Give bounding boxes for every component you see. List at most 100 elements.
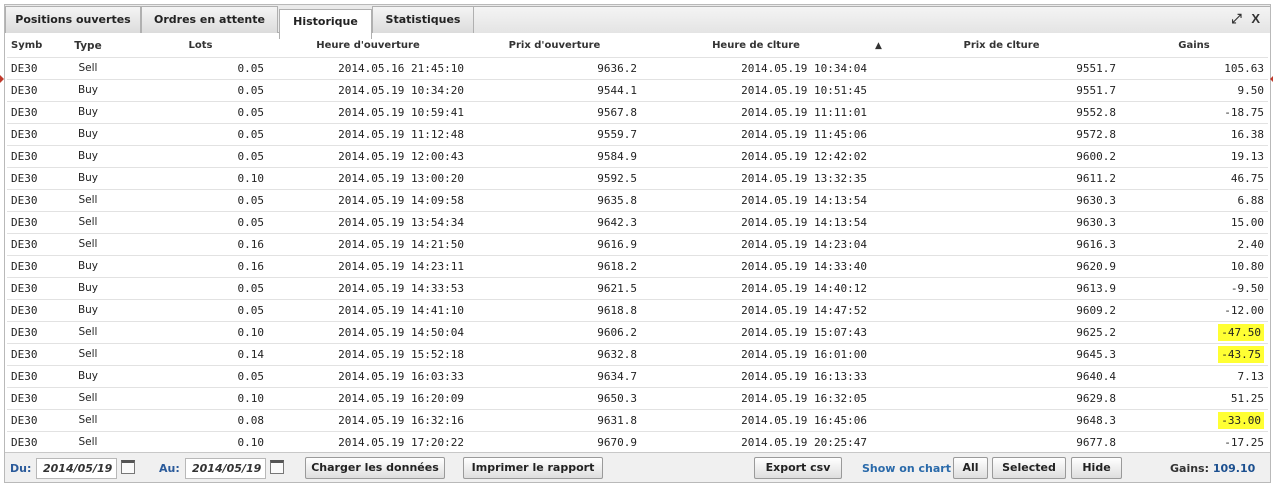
table-header-row: Symb Type Lots Heure d'ouverture Prix d'… bbox=[7, 35, 1268, 57]
cell-close-time: 2014.05.19 14:23:04 bbox=[641, 232, 871, 255]
col-header-close-price[interactable]: Prix de clture bbox=[883, 35, 1120, 57]
cell-open-price: 9592.5 bbox=[468, 166, 641, 189]
cell-close-time: 2014.05.19 15:07:43 bbox=[641, 320, 871, 343]
table-row[interactable]: DE30 Sell 0.05 2014.05.19 13:54:34 9642.3 201… bbox=[7, 210, 1268, 233]
cell-spacer bbox=[871, 78, 883, 101]
cell-open-price: 9606.2 bbox=[468, 320, 641, 343]
cell-open-time: 2014.05.16 21:45:10 bbox=[268, 56, 468, 79]
cell-spacer bbox=[871, 430, 883, 453]
tab-statistics[interactable]: Statistiques bbox=[372, 6, 474, 33]
cell-open-price: 9642.3 bbox=[468, 210, 641, 233]
cell-close-time: 2014.05.19 11:45:06 bbox=[641, 122, 871, 145]
cell-spacer bbox=[871, 56, 883, 79]
cell-lots: 0.16 bbox=[133, 232, 268, 255]
cell-open-price: 9650.3 bbox=[468, 386, 641, 409]
cell-type: Sell bbox=[43, 386, 133, 409]
cell-close-time: 2014.05.19 14:47:52 bbox=[641, 298, 871, 321]
cell-close-price: 9616.3 bbox=[883, 232, 1120, 255]
expand-icon[interactable]: ⤢ bbox=[1231, 11, 1241, 26]
cell-gains: 51.25 bbox=[1120, 386, 1268, 409]
cell-type: Buy bbox=[43, 122, 133, 145]
col-header-symbol[interactable]: Symb bbox=[7, 35, 43, 57]
table-row[interactable]: DE30 Buy 0.05 2014.05.19 14:33:53 9621.5 2014… bbox=[7, 276, 1268, 299]
cell-spacer bbox=[871, 254, 883, 277]
gains-highlight: -43.75 bbox=[1218, 345, 1264, 363]
cell-open-price: 9621.5 bbox=[468, 276, 641, 299]
cell-type: Buy bbox=[43, 364, 133, 387]
col-header-close-time[interactable]: Heure de clture bbox=[641, 35, 871, 57]
col-header-lots[interactable]: Lots bbox=[133, 35, 268, 57]
left-edge-marker bbox=[0, 73, 4, 85]
cell-type: Buy bbox=[43, 254, 133, 277]
cell-gains: 19.13 bbox=[1120, 144, 1268, 167]
cell-close-time: 2014.05.19 10:51:45 bbox=[641, 78, 871, 101]
cell-close-price: 9677.8 bbox=[883, 430, 1120, 453]
cell-open-price: 9618.8 bbox=[468, 298, 641, 321]
col-header-open-time[interactable]: Heure d'ouverture bbox=[268, 35, 468, 57]
table-row[interactable]: DE30 Sell 0.10 2014.05.19 14:50:04 9606.2 201… bbox=[7, 320, 1268, 343]
show-all-button[interactable]: All bbox=[953, 457, 988, 479]
cell-symbol: DE30 bbox=[7, 342, 43, 365]
table-row[interactable]: DE30 Buy 0.05 2014.05.19 10:59:41 9567.8 2014… bbox=[7, 100, 1268, 123]
sort-ascending-icon[interactable]: ▲ bbox=[871, 35, 883, 57]
cell-close-price: 9600.2 bbox=[883, 144, 1120, 167]
table-row[interactable]: DE30 Buy 0.05 2014.05.19 11:12:48 9559.7 2014… bbox=[7, 122, 1268, 145]
cell-gains: -12.00 bbox=[1120, 298, 1268, 321]
hide-button[interactable]: Hide bbox=[1071, 457, 1122, 479]
cell-lots: 0.05 bbox=[133, 100, 268, 123]
cell-close-time: 2014.05.19 16:32:05 bbox=[641, 386, 871, 409]
table-row[interactable]: DE30 Buy 0.05 2014.05.19 14:41:10 9618.8 2014… bbox=[7, 298, 1268, 321]
cell-lots: 0.05 bbox=[133, 298, 268, 321]
cell-symbol: DE30 bbox=[7, 188, 43, 211]
table-row[interactable]: DE30 Sell 0.08 2014.05.19 16:32:16 9631.8 201… bbox=[7, 408, 1268, 431]
cell-type: Sell bbox=[43, 188, 133, 211]
cell-type: Sell bbox=[43, 56, 133, 79]
col-header-open-price[interactable]: Prix d'ouverture bbox=[468, 35, 641, 57]
col-header-gains[interactable]: Gains bbox=[1120, 35, 1268, 57]
cell-symbol: DE30 bbox=[7, 408, 43, 431]
cell-close-price: 9572.8 bbox=[883, 122, 1120, 145]
cell-spacer bbox=[871, 320, 883, 343]
gains-total-label: Gains: bbox=[1170, 462, 1209, 475]
col-header-type[interactable]: Type bbox=[43, 35, 133, 57]
table-row[interactable]: DE30 Buy 0.05 2014.05.19 16:03:33 9634.7 2014… bbox=[7, 364, 1268, 387]
cell-open-price: 9636.2 bbox=[468, 56, 641, 79]
cell-lots: 0.10 bbox=[133, 166, 268, 189]
table-row[interactable]: DE30 Buy 0.05 2014.05.19 10:34:20 9544.1 2014… bbox=[7, 78, 1268, 101]
cell-close-price: 9645.3 bbox=[883, 342, 1120, 365]
tab-bar-filler bbox=[474, 6, 1270, 33]
tab-open-positions[interactable]: Positions ouvertes bbox=[5, 6, 141, 33]
cell-open-time: 2014.05.19 14:21:50 bbox=[268, 232, 468, 255]
table-row[interactable]: DE30 Sell 0.10 2014.05.19 17:20:22 9670.9 201… bbox=[7, 430, 1268, 453]
cell-type: Sell bbox=[43, 430, 133, 453]
cell-symbol: DE30 bbox=[7, 386, 43, 409]
cell-open-time: 2014.05.19 16:03:33 bbox=[268, 364, 468, 387]
cell-open-price: 9635.8 bbox=[468, 188, 641, 211]
calendar-icon[interactable] bbox=[270, 460, 284, 474]
table-row[interactable]: DE30 Sell 0.10 2014.05.19 16:20:09 9650.3 201… bbox=[7, 386, 1268, 409]
table-row[interactable]: DE30 Buy 0.05 2014.05.19 12:00:43 9584.9 2014… bbox=[7, 144, 1268, 167]
cell-type: Sell bbox=[43, 408, 133, 431]
cell-symbol: DE30 bbox=[7, 78, 43, 101]
cell-lots: 0.05 bbox=[133, 144, 268, 167]
export-csv-button[interactable]: Export csv bbox=[754, 457, 842, 479]
calendar-icon[interactable] bbox=[121, 460, 135, 474]
close-icon[interactable]: X bbox=[1251, 11, 1260, 26]
to-date-field[interactable]: 2014/05/19 bbox=[185, 458, 266, 479]
cell-type: Buy bbox=[43, 276, 133, 299]
table-row[interactable]: DE30 Sell 0.16 2014.05.19 14:21:50 9616.9 201… bbox=[7, 232, 1268, 255]
table-row[interactable]: DE30 Buy 0.16 2014.05.19 14:23:11 9618.2 2014… bbox=[7, 254, 1268, 277]
table-row[interactable]: DE30 Sell 0.05 2014.05.19 14:09:58 9635.8 201… bbox=[7, 188, 1268, 211]
show-selected-button[interactable]: Selected bbox=[992, 457, 1066, 479]
print-report-button[interactable]: Imprimer le rapport bbox=[463, 457, 603, 479]
cell-spacer bbox=[871, 276, 883, 299]
cell-lots: 0.05 bbox=[133, 78, 268, 101]
tab-pending-orders[interactable]: Ordres en attente bbox=[141, 6, 278, 33]
from-date-field[interactable]: 2014/05/19 bbox=[36, 458, 117, 479]
table-row[interactable]: DE30 Sell 0.05 2014.05.16 21:45:10 9636.2 201… bbox=[7, 56, 1268, 79]
tab-bar: Positions ouvertes Ordres en attente His… bbox=[5, 5, 1270, 39]
table-row[interactable]: DE30 Buy 0.10 2014.05.19 13:00:20 9592.5 2014… bbox=[7, 166, 1268, 189]
cell-symbol: DE30 bbox=[7, 100, 43, 123]
table-row[interactable]: DE30 Sell 0.14 2014.05.19 15:52:18 9632.8 201… bbox=[7, 342, 1268, 365]
load-data-button[interactable]: Charger les données bbox=[305, 457, 445, 479]
